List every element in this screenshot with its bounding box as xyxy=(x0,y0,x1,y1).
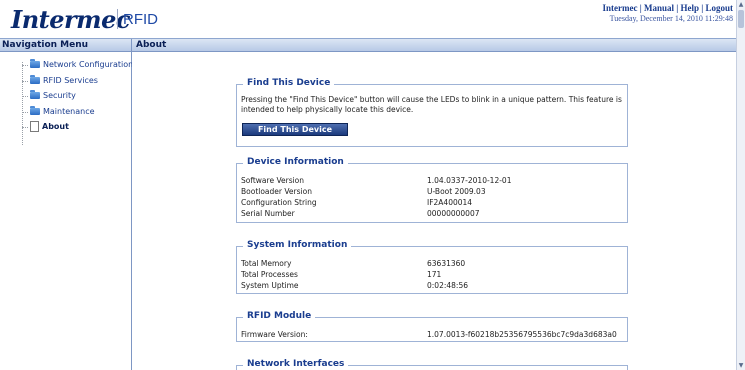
info-value: 1.04.0337-2010-12-01 xyxy=(427,176,512,185)
find-device-button[interactable]: Find This Device xyxy=(242,123,348,136)
folder-icon xyxy=(30,74,40,84)
nav-item-label: Network Configuration xyxy=(43,60,134,70)
page-title: About xyxy=(136,40,167,50)
section-title: Network Interfaces xyxy=(243,359,349,369)
info-key: Firmware Version: xyxy=(241,330,308,339)
info-key: Total Processes xyxy=(241,270,298,279)
manual-link[interactable]: Manual xyxy=(644,3,674,13)
info-value: 63631360 xyxy=(427,259,466,268)
network-interfaces-section: Network Interfaces xyxy=(236,359,628,370)
info-row: System Uptime 0:02:48:56 xyxy=(241,280,627,291)
info-table: Software Version 1.04.0337-2010-12-01 Bo… xyxy=(241,175,627,219)
column-header-bar: Navigation Menu About xyxy=(0,38,736,52)
main-content: Find This Device Pressing the "Find This… xyxy=(132,52,736,370)
info-row: Bootloader Version U-Boot 2009.03 xyxy=(241,186,627,197)
find-device-description: Pressing the "Find This Device" button w… xyxy=(241,95,622,114)
info-row: Configuration String IF2A400014 xyxy=(241,197,627,208)
nav-item-security[interactable]: Security xyxy=(19,88,133,104)
info-row: Software Version 1.04.0337-2010-12-01 xyxy=(241,175,627,186)
info-value: 0:02:48:56 xyxy=(427,281,468,290)
nav-item-about[interactable]: About xyxy=(19,119,133,135)
nav-item-maintenance[interactable]: Maintenance xyxy=(19,104,133,120)
info-key: System Uptime xyxy=(241,281,299,290)
find-device-section: Find This Device Pressing the "Find This… xyxy=(236,78,628,147)
section-title: Device Information xyxy=(243,157,348,167)
vertical-scrollbar[interactable]: ▲ ▼ xyxy=(736,0,745,370)
info-row: Total Processes 171 xyxy=(241,269,627,280)
nav-item-label: RFID Services xyxy=(43,75,98,85)
info-table: Firmware Version: 1.07.0013-f60218b25356… xyxy=(241,329,627,340)
info-row: Total Memory 63631360 xyxy=(241,258,627,269)
nav-item-label: Security xyxy=(43,91,76,101)
nav-item-label: About xyxy=(42,122,69,132)
info-row: Serial Number 00000000007 xyxy=(241,208,627,219)
current-datetime: Tuesday, December 14, 2010 11:29:48 xyxy=(609,14,733,23)
info-value: 00000000007 xyxy=(427,209,480,218)
navigation-menu-title: Navigation Menu xyxy=(2,40,89,50)
app-header: Intermec RFID Intermec | Manual | Help |… xyxy=(0,0,736,38)
info-key: Total Memory xyxy=(241,259,292,268)
top-links-row: Intermec | Manual | Help | Logout xyxy=(603,3,733,13)
section-title: RFID Module xyxy=(243,311,316,321)
folder-icon xyxy=(30,90,40,100)
navigation-tree: Network Configuration RFID Services Secu… xyxy=(19,57,133,135)
intermec-link[interactable]: Intermec xyxy=(603,3,638,13)
scroll-down-arrow-icon[interactable]: ▼ xyxy=(737,361,745,370)
device-information-section: Device Information Software Version 1.04… xyxy=(236,157,628,223)
nav-item-label: Maintenance xyxy=(43,106,95,116)
logo-divider xyxy=(117,9,118,29)
navigation-sidebar: Network Configuration RFID Services Secu… xyxy=(0,52,133,370)
info-value: IF2A400014 xyxy=(427,198,473,207)
info-key: Configuration String xyxy=(241,198,317,207)
logout-link[interactable]: Logout xyxy=(705,3,733,13)
scroll-thumb[interactable] xyxy=(738,10,744,28)
page-icon xyxy=(30,121,39,133)
section-title: Find This Device xyxy=(243,78,335,88)
scroll-up-arrow-icon[interactable]: ▲ xyxy=(737,0,745,9)
help-link[interactable]: Help xyxy=(680,3,699,13)
column-divider xyxy=(131,39,132,52)
intermec-logo: Intermec xyxy=(11,5,130,34)
info-value: 1.07.0013-f60218b25356795536bc7c9da3d683… xyxy=(427,330,617,339)
nav-item-rfid-services[interactable]: RFID Services xyxy=(19,73,133,89)
folder-icon xyxy=(30,105,40,115)
rfid-module-section: RFID Module Firmware Version: 1.07.0013-… xyxy=(236,311,628,342)
section-title: System Information xyxy=(243,240,352,250)
info-row: Firmware Version: 1.07.0013-f60218b25356… xyxy=(241,329,627,340)
product-name: RFID xyxy=(123,11,158,28)
nav-item-network-configuration[interactable]: Network Configuration xyxy=(19,57,133,73)
info-value: U-Boot 2009.03 xyxy=(427,187,486,196)
system-information-section: System Information Total Memory 63631360… xyxy=(236,240,628,294)
info-key: Bootloader Version xyxy=(241,187,312,196)
folder-icon xyxy=(30,59,40,69)
info-table: Total Memory 63631360 Total Processes 17… xyxy=(241,258,627,291)
info-key: Software Version xyxy=(241,176,305,185)
info-value: 171 xyxy=(427,270,442,279)
top-links: Intermec | Manual | Help | Logout Tuesda… xyxy=(603,3,733,23)
info-key: Serial Number xyxy=(241,209,295,218)
